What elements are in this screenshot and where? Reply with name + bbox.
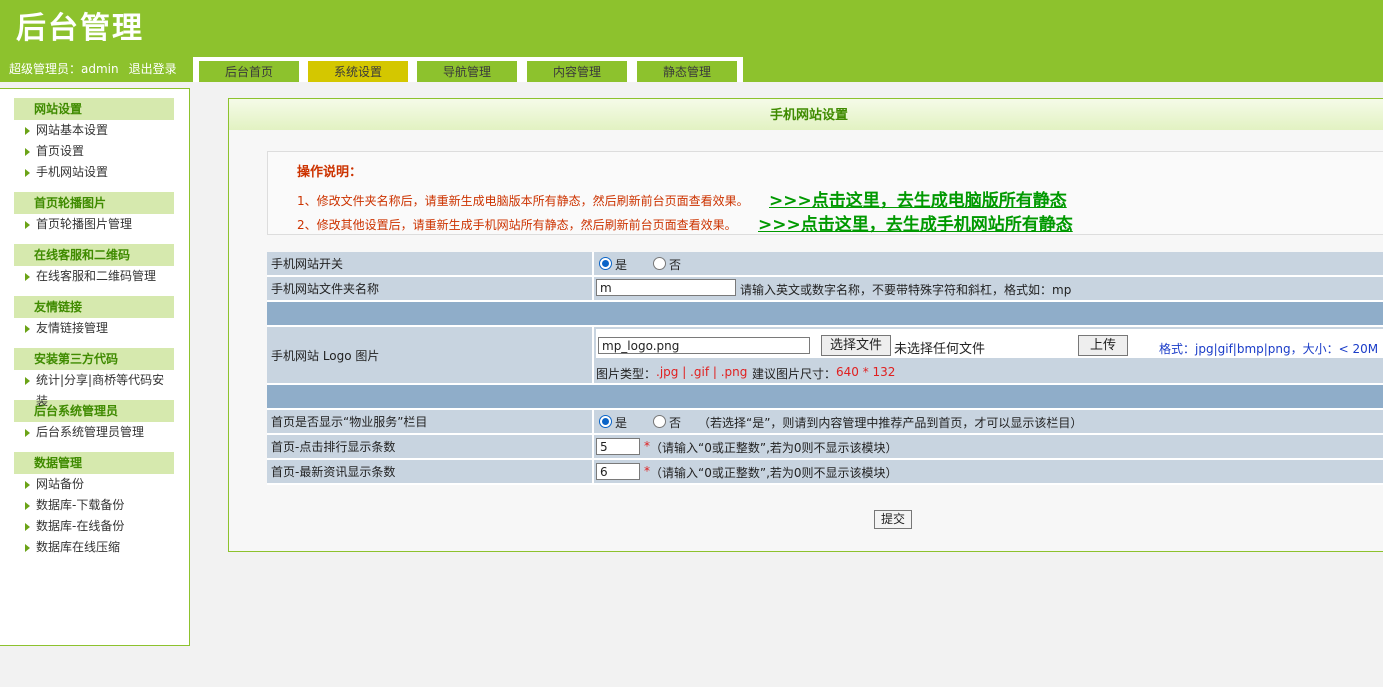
folder-label: 手机网站文件夹名称 bbox=[271, 282, 380, 296]
logo-upload-bar: mp_logo.png 选择文件 未选择任何文件 上传 格式：jpg|gif|b… bbox=[596, 329, 1383, 358]
switch-yes-label: 是 bbox=[615, 258, 628, 272]
switch-yes-radio[interactable] bbox=[599, 257, 612, 270]
folder-input[interactable]: m bbox=[596, 279, 736, 296]
form-row-service: 首页是否显示“物业服务”栏目 是 否 （若选择“是”，则请到内容管理中推荐产品到… bbox=[267, 410, 1383, 435]
sidebar-group-links: 友情链接 友情链接管理 bbox=[14, 296, 174, 339]
top-header: 后台管理 超级管理员：admin 退出登录 后台首页 系统设置 导航管理 内容管理… bbox=[0, 0, 1383, 82]
logo-label: 手机网站 Logo 图片 bbox=[271, 348, 380, 363]
sidebar-item-code-install[interactable]: 统计|分享|商桥等代码安装 bbox=[14, 370, 174, 408]
switch-label: 手机网站开关 bbox=[271, 257, 344, 271]
instructions-box: 操作说明： 1、修改文件夹名称后，请重新生成电脑版本所有静态，然后刷新前台页面查… bbox=[267, 151, 1383, 235]
sidebar-item-db-download-backup[interactable]: 数据库-下载备份 bbox=[14, 495, 174, 516]
submit-button[interactable]: 提交 bbox=[874, 510, 912, 529]
instruction-2: 2、修改其他设置后，请重新生成手机网站所有静态，然后刷新前台页面查看效果。 bbox=[297, 218, 737, 232]
sidebar-group-title[interactable]: 首页轮播图片 bbox=[14, 192, 174, 214]
rank-count-input[interactable]: 5 bbox=[596, 438, 640, 455]
switch-no-radio[interactable] bbox=[653, 257, 666, 270]
sidebar-group-title[interactable]: 安装第三方代码 bbox=[14, 348, 174, 370]
image-type-label: 图片类型： bbox=[596, 367, 657, 381]
sidebar-group-title[interactable]: 在线客服和二维码 bbox=[14, 244, 174, 266]
service-value: 是 否 （若选择“是”，则请到内容管理中推荐产品到首页，才可以显示该栏目） bbox=[592, 410, 1383, 433]
form-row-news: 首页-最新资讯显示条数 6 * （请输入“0或正整数”,若为0则不显示该模块） bbox=[267, 460, 1383, 485]
news-hint: （请输入“0或正整数”,若为0则不显示该模块） bbox=[650, 466, 898, 480]
rank-label: 首页-点击排行显示条数 bbox=[271, 440, 396, 454]
sidebar-group-title[interactable]: 友情链接 bbox=[14, 296, 174, 318]
generate-mobile-static-link[interactable]: >>>点击这里，去生成手机网站所有静态 bbox=[758, 210, 1073, 235]
generate-pc-static-link[interactable]: >>>点击这里，去生成电脑版所有静态 bbox=[769, 186, 1067, 211]
form-row-folder: 手机网站文件夹名称 m 请输入英文或数字名称，不要带特殊字符和斜杠，格式如：mp bbox=[267, 277, 1383, 302]
form-row-logo: 手机网站 Logo 图片 mp_logo.png 选择文件 未选择任何文件 上传… bbox=[267, 327, 1383, 385]
choose-file-button[interactable]: 选择文件 bbox=[821, 335, 891, 356]
sidebar-group-site-settings: 网站设置 网站基本设置 首页设置 手机网站设置 bbox=[14, 98, 174, 183]
image-size-value: 640 * 132 bbox=[836, 365, 896, 379]
sidebar-group-data: 数据管理 网站备份 数据库-下载备份 数据库-在线备份 数据库在线压缩 bbox=[14, 452, 174, 558]
service-no-label: 否 bbox=[669, 416, 682, 430]
news-label: 首页-最新资讯显示条数 bbox=[271, 465, 396, 479]
sidebar-group-carousel: 首页轮播图片 首页轮播图片管理 bbox=[14, 192, 174, 235]
news-count-input[interactable]: 6 bbox=[596, 463, 640, 480]
sidebar-item-db-online-backup[interactable]: 数据库-在线备份 bbox=[14, 516, 174, 537]
sidebar-item-links-manage[interactable]: 友情链接管理 bbox=[14, 318, 174, 339]
tab-static[interactable]: 静态管理 bbox=[637, 61, 737, 82]
tab-system-settings[interactable]: 系统设置 bbox=[308, 61, 408, 82]
sidebar-item-db-compress[interactable]: 数据库在线压缩 bbox=[14, 537, 174, 558]
main-tabs: 后台首页 系统设置 导航管理 内容管理 静态管理 bbox=[193, 57, 743, 82]
folder-hint: 请输入英文或数字名称，不要带特殊字符和斜杠，格式如：mp bbox=[740, 283, 1072, 297]
instruction-1: 1、修改文件夹名称后，请重新生成电脑版本所有静态，然后刷新前台页面查看效果。 bbox=[297, 194, 749, 208]
switch-value: 是 否 bbox=[592, 252, 1383, 275]
service-no-radio[interactable] bbox=[653, 415, 666, 428]
sidebar-item-site-backup[interactable]: 网站备份 bbox=[14, 474, 174, 495]
settings-form: 手机网站开关 是 否 手机网站文件夹名称 m 请输入英文或数字名称，不要带特殊字… bbox=[267, 252, 1383, 485]
switch-no-label: 否 bbox=[669, 258, 682, 272]
logout-link[interactable]: 退出登录 bbox=[129, 62, 177, 76]
panel-title: 手机网站设置 bbox=[229, 99, 1383, 130]
no-file-text: 未选择任何文件 bbox=[894, 342, 986, 357]
admin-label: 超级管理员：admin bbox=[9, 62, 119, 76]
upload-button[interactable]: 上传 bbox=[1078, 335, 1128, 356]
sidebar-item-online-service-manage[interactable]: 在线客服和二维码管理 bbox=[14, 266, 174, 287]
tab-navigation[interactable]: 导航管理 bbox=[417, 61, 517, 82]
sidebar-group-title[interactable]: 数据管理 bbox=[14, 452, 174, 474]
sidebar-group-online-service: 在线客服和二维码 在线客服和二维码管理 bbox=[14, 244, 174, 287]
service-yes-radio[interactable] bbox=[599, 415, 612, 428]
form-separator bbox=[267, 385, 1383, 410]
folder-value: m 请输入英文或数字名称，不要带特殊字符和斜杠，格式如：mp bbox=[592, 277, 1383, 300]
image-type-value: .jpg | .gif | .png bbox=[656, 365, 748, 379]
news-value: 6 * （请输入“0或正整数”,若为0则不显示该模块） bbox=[592, 460, 1383, 483]
format-hint: 格式：jpg|gif|bmp|png，大小：< 20M bbox=[1159, 342, 1379, 356]
logo-value: mp_logo.png 选择文件 未选择任何文件 上传 格式：jpg|gif|b… bbox=[592, 327, 1383, 383]
rank-value: 5 * （请输入“0或正整数”,若为0则不显示该模块） bbox=[592, 435, 1383, 458]
user-info: 超级管理员：admin 退出登录 bbox=[9, 60, 187, 77]
logo-path-input[interactable]: mp_logo.png bbox=[598, 337, 810, 354]
sidebar-item-admins-manage[interactable]: 后台系统管理员管理 bbox=[14, 422, 174, 443]
sidebar-item-home-settings[interactable]: 首页设置 bbox=[14, 141, 174, 162]
sidebar-group-title[interactable]: 网站设置 bbox=[14, 98, 174, 120]
service-hint: （若选择“是”，则请到内容管理中推荐产品到首页，才可以显示该栏目） bbox=[698, 416, 1083, 430]
sidebar-group-third-party: 安装第三方代码 统计|分享|商桥等代码安装 bbox=[14, 348, 174, 408]
service-label: 首页是否显示“物业服务”栏目 bbox=[271, 415, 428, 429]
image-size-label: 建议图片尺寸： bbox=[752, 367, 837, 381]
sidebar-item-basic-settings[interactable]: 网站基本设置 bbox=[14, 120, 174, 141]
form-row-rank: 首页-点击排行显示条数 5 * （请输入“0或正整数”,若为0则不显示该模块） bbox=[267, 435, 1383, 460]
sidebar: 网站设置 网站基本设置 首页设置 手机网站设置 首页轮播图片 首页轮播图片管理 … bbox=[0, 88, 190, 646]
sidebar-item-mobile-settings[interactable]: 手机网站设置 bbox=[14, 162, 174, 183]
main-panel: 手机网站设置 操作说明： 1、修改文件夹名称后，请重新生成电脑版本所有静态，然后… bbox=[228, 98, 1383, 552]
form-separator bbox=[267, 302, 1383, 327]
service-yes-label: 是 bbox=[615, 416, 628, 430]
instructions-title: 操作说明： bbox=[297, 165, 363, 180]
form-row-switch: 手机网站开关 是 否 bbox=[267, 252, 1383, 277]
site-logo: 后台管理 bbox=[16, 11, 144, 46]
tab-content[interactable]: 内容管理 bbox=[527, 61, 627, 82]
rank-hint: （请输入“0或正整数”,若为0则不显示该模块） bbox=[650, 441, 898, 455]
sidebar-item-carousel-manage[interactable]: 首页轮播图片管理 bbox=[14, 214, 174, 235]
tab-home[interactable]: 后台首页 bbox=[199, 61, 299, 82]
